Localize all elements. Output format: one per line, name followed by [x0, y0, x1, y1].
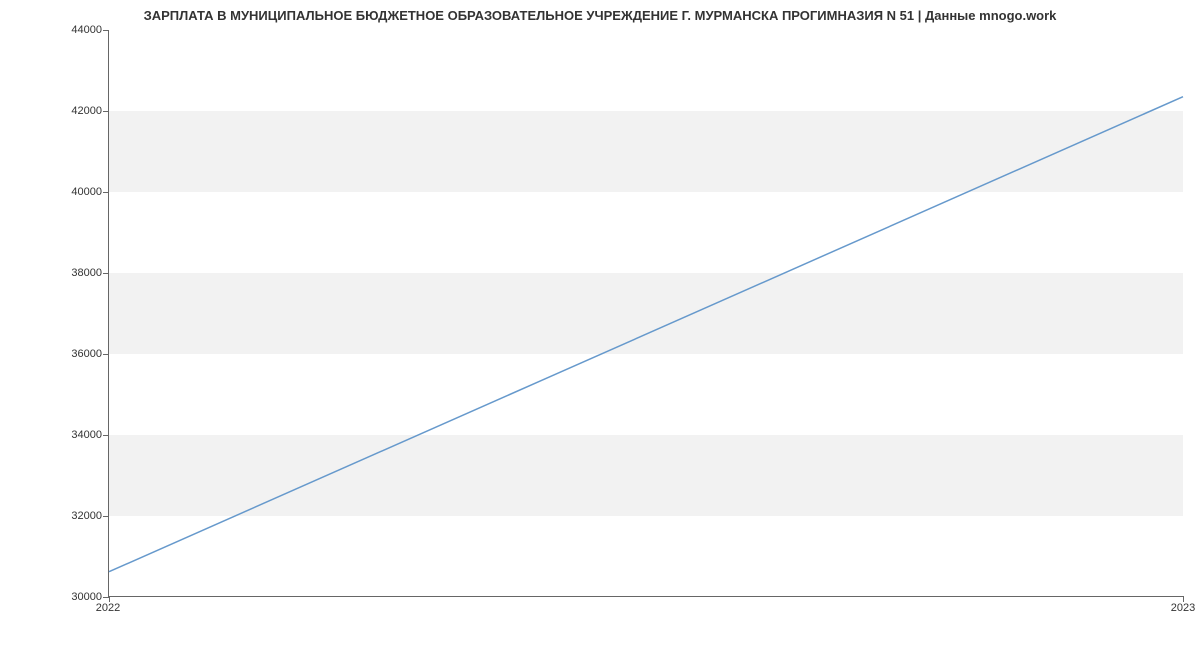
y-axis-label: 32000: [71, 510, 102, 522]
x-axis-label: 2023: [1171, 602, 1195, 614]
chart-title: ЗАРПЛАТА В МУНИЦИПАЛЬНОЕ БЮДЖЕТНОЕ ОБРАЗ…: [0, 8, 1200, 23]
chart-container: ЗАРПЛАТА В МУНИЦИПАЛЬНОЕ БЮДЖЕТНОЕ ОБРАЗ…: [0, 0, 1200, 650]
x-axis-label: 2022: [96, 602, 120, 614]
y-axis-label: 40000: [71, 186, 102, 198]
plot-area: [108, 30, 1183, 597]
y-axis-label: 34000: [71, 429, 102, 441]
y-axis-label: 36000: [71, 348, 102, 360]
y-axis-label: 42000: [71, 105, 102, 117]
y-axis-label: 44000: [71, 24, 102, 36]
data-line: [109, 30, 1183, 596]
y-axis-label: 38000: [71, 267, 102, 279]
